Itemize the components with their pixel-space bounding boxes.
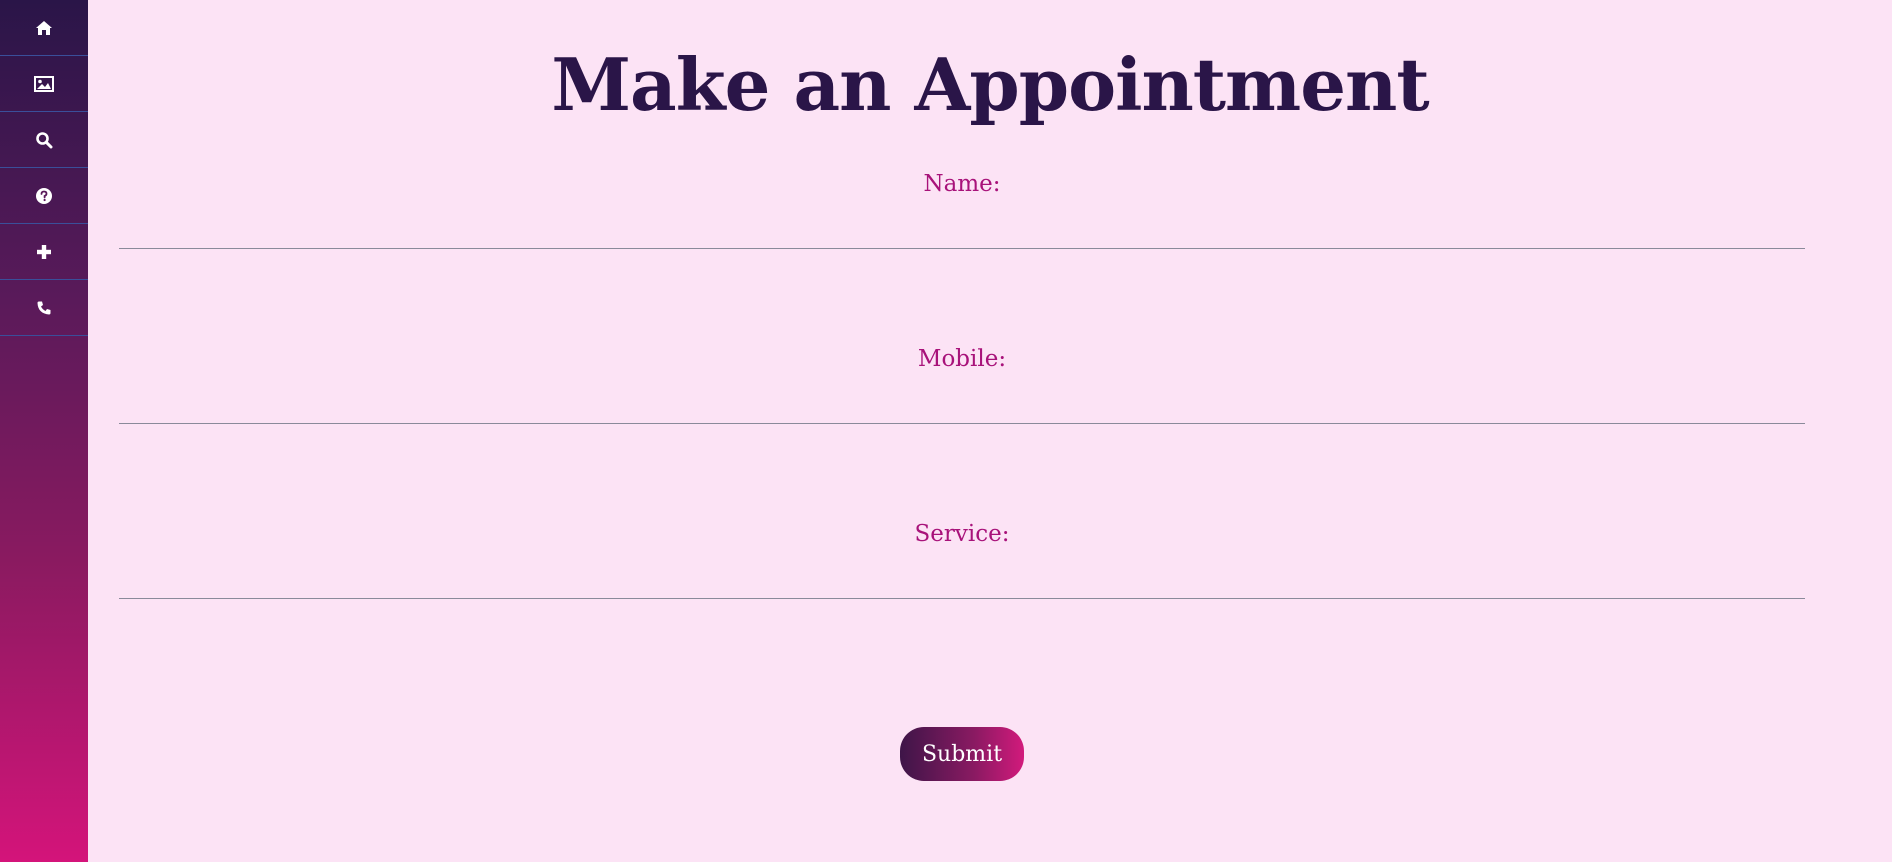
sidebar-item-contact[interactable] (0, 280, 88, 336)
image-icon (34, 75, 54, 92)
mobile-input[interactable] (119, 388, 1805, 424)
service-input[interactable] (119, 563, 1805, 599)
name-input[interactable] (119, 213, 1805, 249)
name-label: Name: (923, 171, 1001, 197)
sidebar-item-add[interactable] (0, 224, 88, 280)
mobile-label: Mobile: (917, 346, 1007, 372)
sidebar (0, 0, 88, 862)
sidebar-item-help[interactable] (0, 168, 88, 224)
mobile-field-group: Mobile: (119, 344, 1805, 424)
sidebar-item-gallery[interactable] (0, 56, 88, 112)
plus-icon (36, 244, 52, 260)
sidebar-item-search[interactable] (0, 112, 88, 168)
name-field-group: Name: (119, 169, 1805, 249)
search-icon (35, 131, 53, 149)
submit-button[interactable]: Submit (900, 727, 1024, 781)
help-icon (35, 187, 53, 205)
service-field-group: Service: (119, 519, 1805, 599)
appointment-page: Make an Appointment Name: Mobile: Servic… (88, 0, 1892, 862)
page-title: Make an Appointment (551, 42, 1429, 127)
sidebar-item-home[interactable] (0, 0, 88, 56)
home-icon (35, 20, 53, 36)
phone-icon (36, 300, 52, 316)
service-label: Service: (914, 521, 1010, 547)
